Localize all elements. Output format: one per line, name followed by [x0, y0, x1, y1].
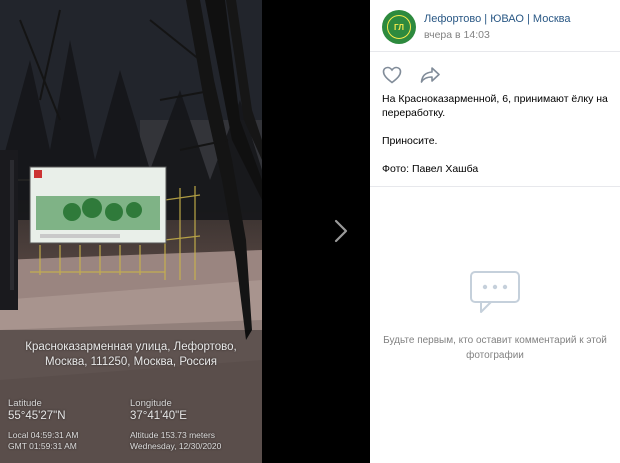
- post-text-line: Приносите.: [382, 135, 438, 147]
- avatar-logo: ГЛ: [387, 15, 411, 39]
- post-panel: ГЛ Лефортово | ЮВАО | Москва вчера в 14:…: [370, 0, 620, 463]
- post-photo-credit: Фото: Павел Хашба: [382, 163, 479, 175]
- longitude-value: 37°41'40"E: [130, 410, 187, 422]
- empty-comments: Будьте первым, кто оставит комментарий к…: [370, 270, 620, 363]
- latitude-label: Latitude: [8, 398, 42, 409]
- post-actions: [382, 66, 440, 89]
- longitude-block: Longitude 37°41'40"E: [130, 398, 187, 423]
- post-time[interactable]: вчера в 14:03: [424, 29, 490, 41]
- comment-bubble-icon: [470, 271, 520, 313]
- like-button[interactable]: [382, 66, 402, 89]
- photo-address-caption: Красноказарменная улица, Лефортово, Моск…: [25, 341, 237, 368]
- longitude-label: Longitude: [130, 398, 172, 409]
- empty-comments-text: Будьте первым, кто оставит комментарий к…: [383, 335, 607, 361]
- photo-scene: [0, 0, 262, 463]
- latitude-value: 55°45'27"N: [8, 410, 66, 422]
- next-photo-button[interactable]: [327, 212, 355, 250]
- post-header: ГЛ Лефортово | ЮВАО | Москва вчера в 14:…: [370, 0, 620, 52]
- divider: [370, 186, 620, 187]
- post-photo[interactable]: Красноказарменная улица, Лефортово, Моск…: [0, 0, 262, 463]
- altitude: Altitude 153.73 meters: [130, 430, 216, 440]
- time-block: Local 04:59:31 AM GMT 01:59:31 AM: [8, 430, 78, 452]
- post-text: На Красноказарменной, 6, принимают ёлку …: [382, 92, 610, 190]
- gmt-time: GMT 01:59:31 AM: [8, 441, 77, 451]
- heart-icon: [382, 66, 402, 84]
- latitude-block: Latitude 55°45'27"N: [8, 398, 66, 423]
- post-text-line: На Красноказарменной, 6, принимают ёлку …: [382, 93, 608, 119]
- photo-viewer: Красноказарменная улица, Лефортово, Моск…: [0, 0, 370, 463]
- photo-date: Wednesday, 12/30/2020: [130, 441, 222, 451]
- group-name-link[interactable]: Лефортово | ЮВАО | Москва: [424, 13, 570, 25]
- local-time: Local 04:59:31 AM: [8, 430, 79, 440]
- chevron-right-icon: [334, 219, 348, 243]
- share-button[interactable]: [420, 66, 440, 89]
- altitude-date-block: Altitude 153.73 meters Wednesday, 12/30/…: [130, 430, 221, 452]
- group-avatar[interactable]: ГЛ: [382, 10, 416, 44]
- share-arrow-icon: [420, 67, 440, 83]
